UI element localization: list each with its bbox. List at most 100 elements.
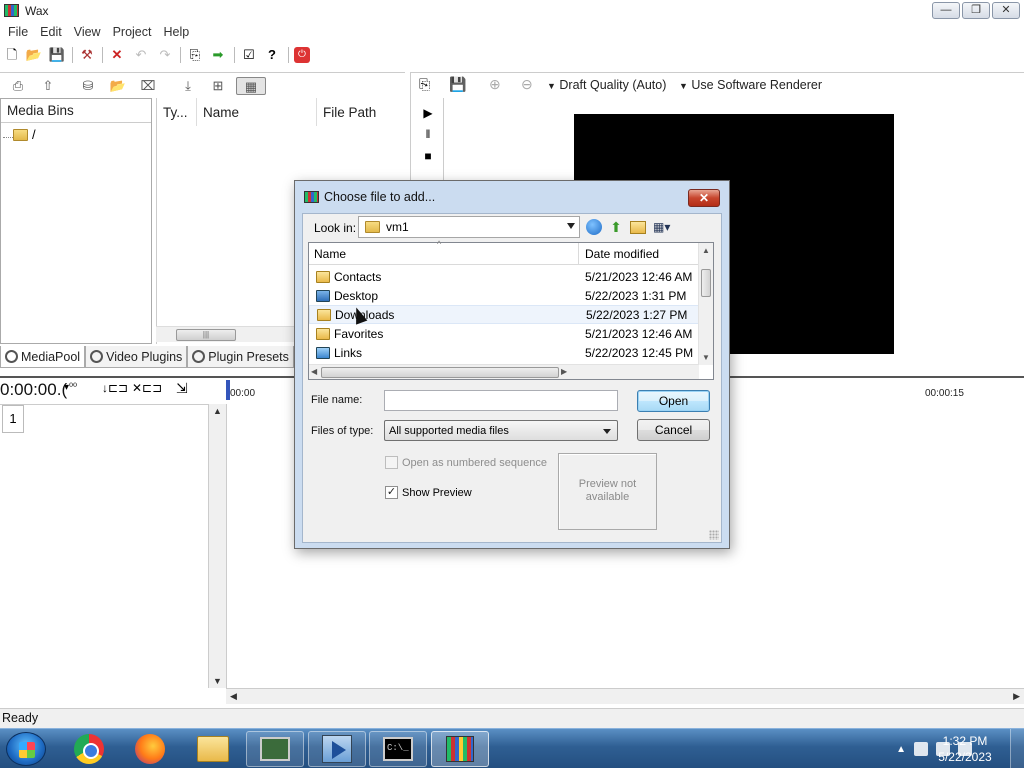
play-icon[interactable]: ▶ [421, 106, 435, 120]
sort-icon[interactable]: ⤓ [178, 77, 198, 95]
forward-icon[interactable]: ➡ [209, 46, 227, 64]
taskbar-media-player[interactable] [308, 731, 366, 767]
scroll-left-icon[interactable]: ◀ [230, 691, 237, 702]
taskbar-explorer[interactable] [184, 731, 242, 767]
menu-file[interactable]: File [2, 22, 34, 42]
close-window-button[interactable]: ✕ [992, 2, 1020, 19]
menu-help[interactable]: Help [157, 22, 195, 42]
taskbar-firefox[interactable] [121, 731, 179, 767]
scroll-down-icon[interactable]: ▼ [702, 353, 710, 362]
tab-plugin-presets[interactable]: Plugin Presets [187, 346, 294, 368]
timeline-horizontal-scrollbar[interactable]: ◀ ▶ [226, 688, 1024, 704]
view-menu-icon[interactable]: ▦▾ [653, 219, 679, 235]
show-desktop-button[interactable] [1010, 729, 1024, 768]
scroll-right-icon[interactable]: ▶ [561, 367, 567, 376]
open-folder-icon[interactable]: 📂 [25, 46, 43, 64]
show-preview-option[interactable]: ✓ Show Preview [385, 486, 472, 499]
scrollbar-thumb[interactable] [321, 367, 559, 378]
zoom-out-icon[interactable]: ⊖ [521, 76, 533, 93]
files-of-type-dropdown[interactable]: All supported media files [384, 420, 618, 441]
save-frame-icon[interactable]: 💾 [449, 76, 466, 93]
column-header-name[interactable]: Name [309, 239, 579, 264]
dialog-close-button[interactable]: ✕ [688, 189, 720, 207]
new-bin-icon[interactable]: ⎙ [8, 77, 28, 95]
save-icon[interactable]: 💾 [48, 46, 66, 64]
dialog-titlebar[interactable]: Choose file to add... ✕ [295, 181, 729, 213]
maximize-button[interactable]: ❐ [962, 2, 990, 19]
delete-track-icon[interactable]: ✕⊏⊐ [132, 381, 162, 395]
start-button[interactable] [6, 732, 46, 766]
column-name[interactable]: Name [197, 98, 317, 126]
tree-view-icon[interactable]: ⊞ [208, 77, 228, 95]
open-media-icon[interactable]: 📂 [108, 77, 128, 95]
show-hidden-icons-icon[interactable]: ▲ [896, 744, 906, 755]
help-icon[interactable]: ? [263, 46, 281, 64]
scrollbar-thumb[interactable]: ||| [176, 329, 236, 341]
column-type[interactable]: Ty... [157, 98, 197, 126]
cancel-button[interactable]: Cancel [637, 419, 710, 441]
quality-dropdown[interactable]: ▼ Draft Quality (Auto) [547, 78, 666, 92]
stop-icon[interactable]: ■ [421, 149, 435, 163]
tab-mediapool[interactable]: MediaPool [0, 346, 86, 368]
taskbar-chrome[interactable] [60, 731, 118, 767]
pause-icon[interactable]: ‖ [421, 127, 435, 141]
details-view-icon[interactable]: ▦ [236, 77, 266, 95]
scroll-up-icon[interactable]: ▲ [213, 406, 222, 416]
resize-grip[interactable] [709, 530, 719, 540]
file-row-links[interactable]: Links 5/22/2023 12:45 PM [309, 343, 699, 362]
file-name-input[interactable] [384, 390, 618, 411]
copy-frame-icon[interactable]: ⎘ [419, 76, 430, 93]
new-folder-icon[interactable] [630, 221, 646, 234]
menu-edit[interactable]: Edit [34, 22, 68, 42]
export-icon[interactable]: ⎘ [186, 46, 204, 64]
track-number[interactable]: 1 [2, 405, 24, 433]
renderer-dropdown[interactable]: ▼ Use Software Renderer [679, 78, 822, 92]
numbered-sequence-checkbox[interactable] [385, 456, 398, 469]
remove-media-icon[interactable]: ⌧ [138, 77, 158, 95]
file-list-vertical-scrollbar[interactable]: ▲ ▼ [698, 243, 713, 365]
action-center-icon[interactable] [914, 742, 928, 756]
scroll-down-icon[interactable]: ▼ [213, 676, 222, 686]
insert-track-icon[interactable]: ↓⊏⊐ [102, 381, 128, 395]
scroll-up-icon[interactable]: ▲ [702, 246, 710, 255]
record-icon[interactable]: ⏻ [294, 47, 310, 63]
properties-icon[interactable]: ☑ [240, 46, 258, 64]
file-row-contacts[interactable]: Contacts 5/21/2023 12:46 AM [309, 267, 699, 286]
open-button[interactable]: Open [637, 390, 710, 412]
add-media-icon[interactable]: ⛁ [78, 77, 98, 95]
up-folder-icon[interactable]: ⬆ [608, 219, 624, 235]
column-file-path[interactable]: File Path [317, 98, 403, 126]
taskbar-clock[interactable]: 1:32 PM 5/22/2023 [930, 733, 1000, 765]
scrollbar-thumb[interactable] [701, 269, 711, 297]
delete-icon[interactable]: ✕ [108, 46, 126, 64]
timecode-format-dropdown[interactable]: ▾⁰⁰ [64, 382, 77, 393]
menu-view[interactable]: View [68, 22, 107, 42]
menu-project[interactable]: Project [107, 22, 158, 42]
look-in-dropdown[interactable]: vm1 [358, 216, 580, 238]
bin-root-item[interactable]: / [13, 127, 36, 142]
tab-video-plugins[interactable]: Video Plugins [85, 346, 188, 368]
taskbar-wax[interactable] [431, 731, 489, 767]
new-file-icon[interactable]: 🗋 [3, 46, 21, 64]
numbered-sequence-option[interactable]: Open as numbered sequence [385, 456, 547, 469]
taskbar-virtual-machine[interactable] [246, 731, 304, 767]
file-row-downloads[interactable]: Downloads 5/22/2023 1:27 PM [309, 305, 699, 324]
file-row-favorites[interactable]: Favorites 5/21/2023 12:46 AM [309, 324, 699, 343]
redo-icon[interactable]: ↷ [156, 46, 174, 64]
back-icon[interactable] [586, 219, 602, 235]
undo-icon[interactable]: ↶ [132, 46, 150, 64]
bin-up-icon[interactable]: ⇧ [38, 77, 58, 95]
scroll-right-icon[interactable]: ▶ [1013, 691, 1020, 702]
file-list-header: Name Date modified [309, 239, 699, 265]
hammer-icon[interactable]: ⚒ [78, 46, 96, 64]
scroll-left-icon[interactable]: ◀ [311, 367, 317, 376]
show-preview-checkbox[interactable]: ✓ [385, 486, 398, 499]
timeline-settings-icon[interactable]: ⇲ [176, 380, 188, 397]
timeline-vertical-scrollbar[interactable]: ▲ ▼ [208, 404, 226, 688]
taskbar-command-prompt[interactable]: C:\_ [369, 731, 427, 767]
file-list-horizontal-scrollbar[interactable]: ◀ ▶ [309, 364, 699, 379]
minimize-button[interactable]: — [932, 2, 960, 19]
column-header-date-modified[interactable]: Date modified [579, 243, 665, 264]
file-row-desktop[interactable]: Desktop 5/22/2023 1:31 PM [309, 286, 699, 305]
zoom-in-icon[interactable]: ⊕ [489, 76, 501, 93]
